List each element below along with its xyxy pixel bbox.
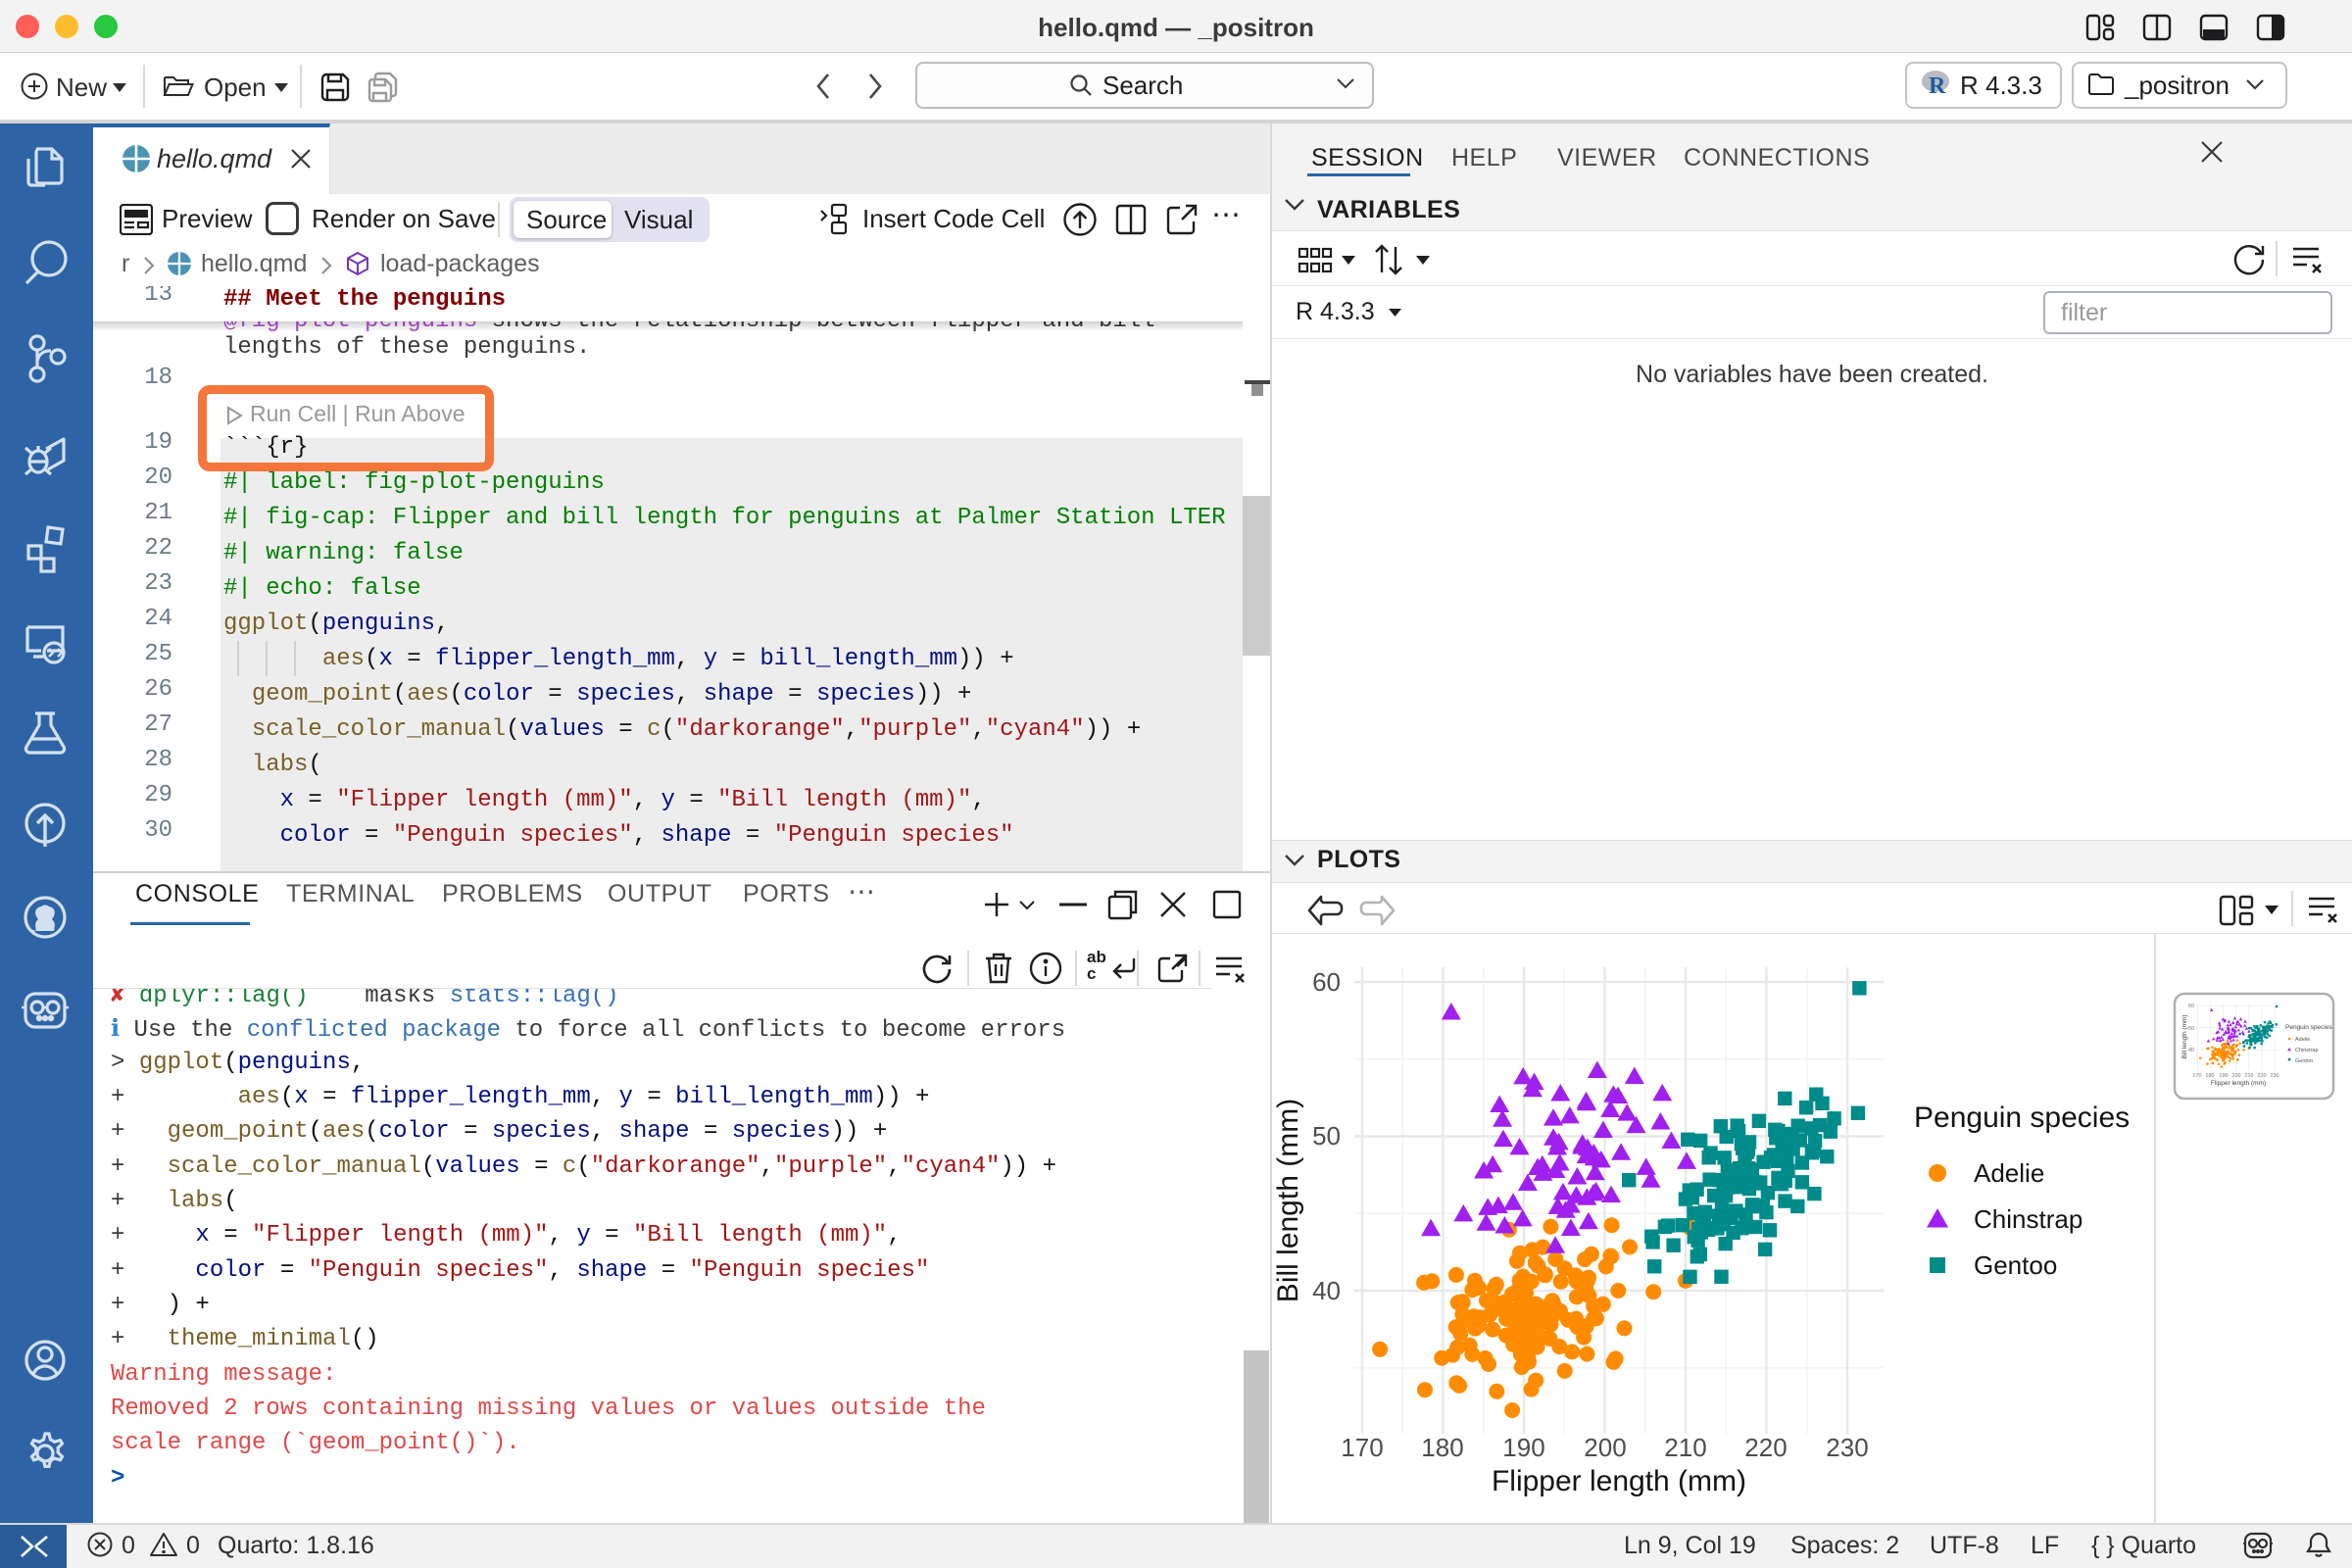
svg-text:Flipper length (mm): Flipper length (mm)	[1492, 1465, 1746, 1497]
svg-text:R: R	[1929, 74, 1946, 97]
svg-text:220: 220	[1744, 1433, 1787, 1462]
svg-text:60: 60	[1312, 967, 1341, 997]
svg-text:Penguin species: Penguin species	[2285, 1024, 2332, 1031]
svg-text:200: 200	[1584, 1433, 1626, 1462]
svg-text:Flipper length (mm): Flipper length (mm)	[2211, 1080, 2266, 1087]
svg-text:200: 200	[2231, 1073, 2240, 1079]
svg-text:Chinstrap: Chinstrap	[1974, 1204, 2082, 1234]
svg-text:170: 170	[2192, 1073, 2201, 1079]
svg-text:40: 40	[1312, 1276, 1341, 1305]
svg-text:60: 60	[2188, 1004, 2194, 1009]
svg-text:Bill length (mm): Bill length (mm)	[2181, 1014, 2188, 1058]
svg-text:Gentoo: Gentoo	[1974, 1250, 2057, 1280]
svg-text:170: 170	[1341, 1433, 1383, 1462]
svg-text:210: 210	[2244, 1073, 2253, 1079]
svg-text:Chinstrap: Chinstrap	[2295, 1048, 2319, 1054]
svg-text:180: 180	[2205, 1073, 2214, 1079]
svg-text:Gentoo: Gentoo	[2295, 1058, 2313, 1064]
svg-text:190: 190	[1502, 1433, 1544, 1462]
svg-text:230: 230	[1826, 1433, 1868, 1462]
svg-text:Penguin species: Penguin species	[1914, 1102, 2130, 1134]
svg-text:50: 50	[1312, 1121, 1341, 1151]
svg-text:210: 210	[1664, 1433, 1706, 1462]
svg-text:Adelie: Adelie	[1974, 1158, 2044, 1188]
svg-text:230: 230	[2270, 1073, 2278, 1079]
svg-text:40: 40	[2188, 1048, 2194, 1054]
svg-text:50: 50	[2188, 1026, 2194, 1032]
svg-text:180: 180	[1421, 1433, 1463, 1462]
svg-text:190: 190	[2219, 1073, 2228, 1079]
svg-text:Bill length (mm): Bill length (mm)	[1272, 1099, 1304, 1302]
svg-text:220: 220	[2257, 1073, 2266, 1079]
svg-text:Adelie: Adelie	[2295, 1037, 2310, 1043]
